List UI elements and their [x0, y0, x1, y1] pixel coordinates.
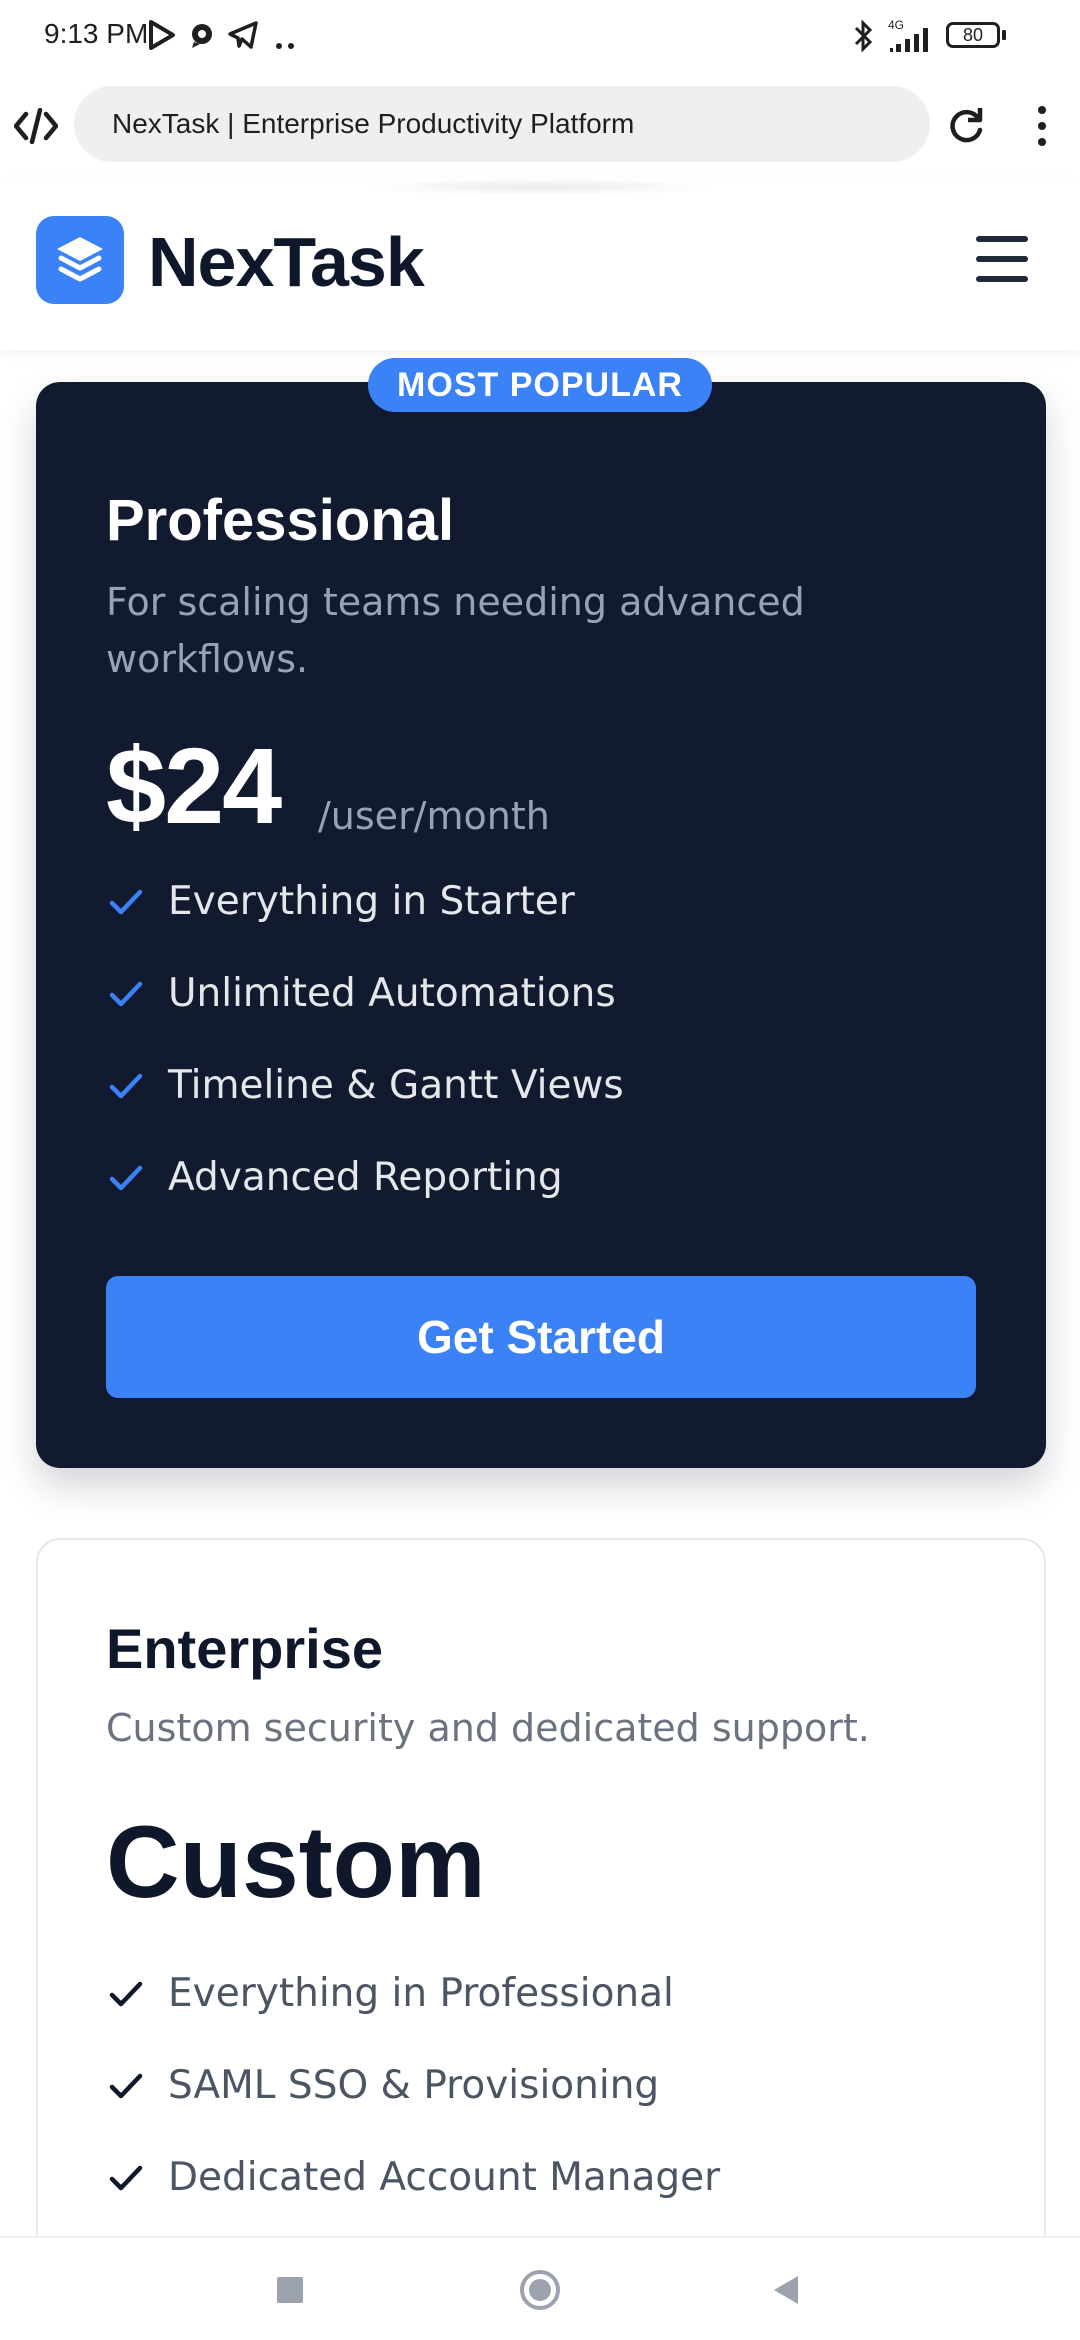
system-status-icons: 4G 80 [850, 18, 1030, 53]
feature-text: SAML SSO & Provisioning [168, 2063, 660, 2108]
battery-level: 80 [962, 25, 984, 45]
plan-subtitle: For scaling teams needing advanced workf… [106, 580, 805, 681]
signal-icon [890, 24, 936, 56]
pricing-section: MOST POPULAR Professional For scaling te… [0, 350, 1080, 2236]
most-popular-badge: MOST POPULAR [368, 358, 712, 412]
plan-price: $24 [106, 725, 282, 846]
back-triangle-icon[interactable] [756, 2260, 816, 2320]
home-circle-icon[interactable] [510, 2260, 570, 2320]
divider-shadow [360, 178, 720, 196]
chat-bubble-icon [188, 20, 216, 54]
check-icon [106, 2158, 146, 2198]
site-header: NexTask [0, 178, 1080, 350]
feature-text: Unlimited Automations [168, 971, 616, 1016]
enterprise-plan-card: Enterprise Custom security and dedicated… [36, 1538, 1046, 2236]
professional-plan-card: Professional For scaling teams needing a… [36, 382, 1046, 1468]
check-icon [106, 1066, 146, 1106]
system-nav-bar [0, 2236, 1080, 2340]
plan-price: Custom [106, 1805, 486, 1919]
check-icon [106, 974, 146, 1014]
plan-title: Professional [106, 488, 455, 553]
hamburger-menu-icon[interactable] [976, 236, 1028, 282]
check-icon [106, 882, 146, 922]
brand-name[interactable]: NexTask [148, 220, 425, 304]
play-store-icon [148, 20, 176, 54]
feature-text: Everything in Professional [168, 1971, 674, 2016]
battery-icon: 80 [946, 22, 1000, 48]
status-bar: 9:13 PM 4G 80 [0, 0, 1080, 74]
plan-subtitle: Custom security and dedicated support. [106, 1706, 870, 1750]
recents-square-icon[interactable] [260, 2260, 320, 2320]
status-time: 9:13 PM [44, 18, 149, 49]
more-notifications-icon [276, 34, 296, 53]
feature-text: Advanced Reporting [168, 1155, 563, 1200]
battery-tip [1002, 30, 1006, 40]
feature-text: Timeline & Gantt Views [168, 1063, 624, 1108]
bluetooth-icon [850, 19, 876, 56]
stacked-layers-icon[interactable] [36, 216, 124, 304]
reload-icon[interactable] [944, 104, 988, 148]
feature-text: Dedicated Account Manager [168, 2155, 721, 2200]
url-field[interactable]: NexTask | Enterprise Productivity Platfo… [74, 86, 930, 162]
browser-toolbar: NexTask | Enterprise Productivity Platfo… [0, 74, 1080, 178]
plan-period: /user/month [318, 794, 550, 838]
feature-text: Everything in Starter [168, 879, 575, 924]
site-settings-icon[interactable] [13, 107, 59, 145]
check-icon [106, 1158, 146, 1198]
check-icon [106, 2066, 146, 2106]
telegram-icon [228, 20, 258, 54]
more-vert-icon[interactable] [1028, 104, 1056, 148]
get-started-button[interactable]: Get Started [106, 1276, 976, 1398]
plan-title: Enterprise [106, 1617, 383, 1680]
check-icon [106, 1974, 146, 2014]
